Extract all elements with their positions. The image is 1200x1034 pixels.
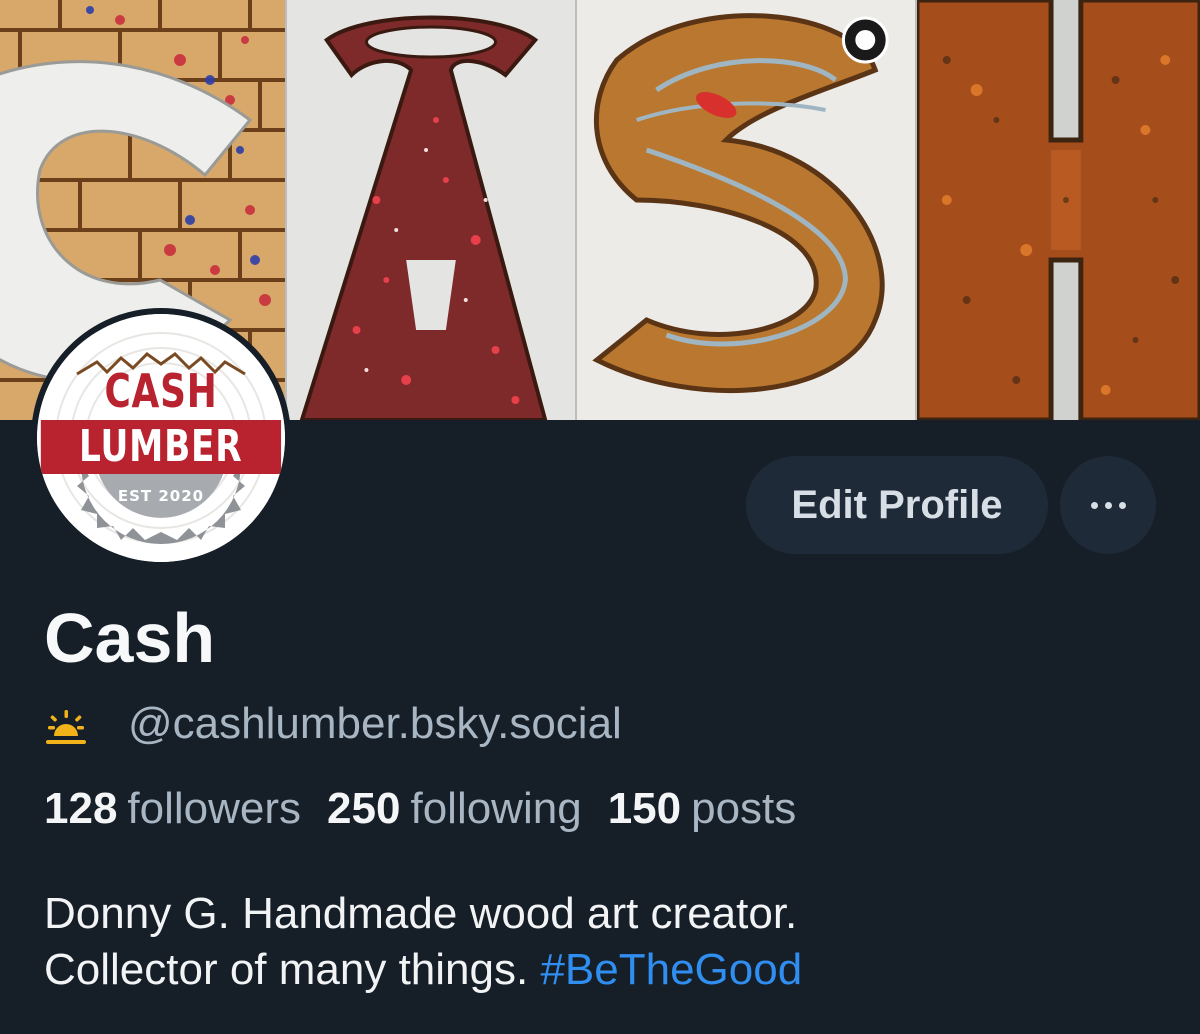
logo-text-est: EST 2020 — [117, 487, 205, 505]
display-name: Cash — [44, 599, 216, 677]
letter-s-artwork — [577, 0, 915, 420]
logo-text-lumber: LUMBER — [41, 420, 281, 474]
following-link[interactable]: 250 following — [327, 784, 582, 834]
posts-count: 150 — [607, 784, 682, 833]
profile-avatar[interactable]: CASH LUMBER EST 2020 — [31, 308, 291, 568]
bio-line-2-text: Collector of many things. — [44, 945, 541, 994]
following-count: 250 — [327, 784, 401, 833]
more-options-button[interactable] — [1060, 456, 1156, 554]
sunrise-icon — [46, 710, 86, 744]
banner-panel-s — [575, 0, 915, 420]
profile-bio: Donny G. Handmade wood art creator. Coll… — [44, 886, 1164, 998]
followers-label: followers — [127, 784, 302, 833]
profile-handle[interactable]: @cashlumber.bsky.social — [128, 699, 622, 749]
banner-panel-h — [915, 0, 1200, 420]
handle-row: @cashlumber.bsky.social — [44, 694, 622, 754]
letter-h-artwork — [917, 0, 1200, 420]
bio-line-1: Donny G. Handmade wood art creator. — [44, 889, 798, 938]
followers-count: 128 — [44, 784, 118, 833]
bio-line-2: Collector of many things. #BeTheGood — [44, 942, 1164, 998]
edit-profile-button[interactable]: Edit Profile — [746, 456, 1048, 554]
hashtag-link[interactable]: #BeTheGood — [540, 945, 802, 994]
letter-a-artwork — [287, 0, 575, 420]
posts-stat: 150 posts — [608, 784, 797, 834]
logo-text-cash: CASH — [104, 364, 218, 418]
followers-link[interactable]: 128 followers — [44, 784, 301, 834]
posts-label: posts — [691, 784, 797, 833]
profile-stats: 128 followers 250 following 150 posts — [44, 784, 822, 834]
ellipsis-icon — [1090, 501, 1126, 509]
banner-panel-a — [285, 0, 575, 420]
avatar-logo: CASH LUMBER EST 2020 — [37, 314, 285, 562]
following-label: following — [410, 784, 582, 833]
